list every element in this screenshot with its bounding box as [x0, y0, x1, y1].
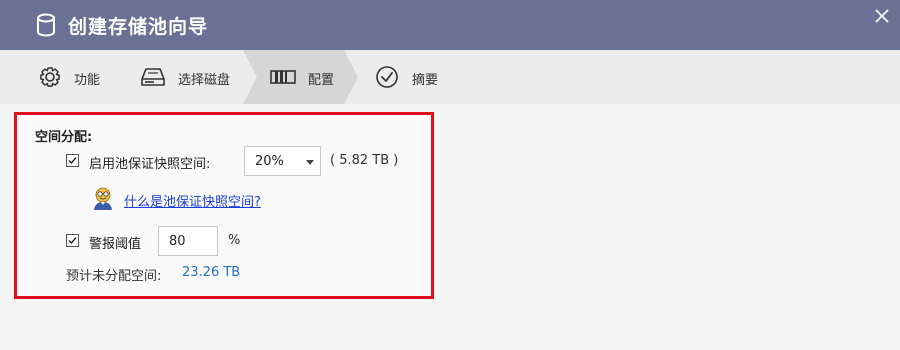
checkmark-icon: [68, 237, 77, 245]
gear-icon: [40, 67, 60, 87]
step-summary[interactable]: 摘要: [358, 50, 478, 104]
check-circle-icon: [376, 66, 398, 88]
unallocated-space-label: 预计未分配空间:: [66, 269, 162, 284]
alert-threshold-unit: %: [228, 233, 241, 248]
step-label: 功能: [74, 73, 101, 88]
alert-threshold-checkbox[interactable]: [66, 234, 79, 247]
help-mascot-icon: [94, 187, 112, 210]
step-label: 摘要: [412, 73, 439, 88]
snapshot-reserve-checkbox[interactable]: [66, 154, 79, 167]
hard-drive-icon: [141, 68, 165, 86]
alert-threshold-label: 警报阈值: [89, 237, 142, 252]
step-label: 选择磁盘: [178, 73, 231, 88]
dropdown-arrow-icon: [306, 160, 314, 165]
snapshot-reserve-label: 启用池保证快照空间:: [89, 157, 211, 172]
checkmark-icon: [68, 157, 77, 165]
window-title: 创建存储池向导: [68, 16, 209, 38]
raid-config-icon: [270, 70, 296, 84]
wizard-steps: 功能 选择磁盘 配置 摘要: [0, 50, 900, 104]
database-icon: [37, 13, 55, 37]
step-label: 配置: [308, 73, 335, 88]
section-title: 空间分配:: [35, 130, 93, 145]
step-select-disks[interactable]: 选择磁盘: [130, 50, 243, 104]
step-features[interactable]: 功能: [0, 50, 130, 104]
step-configuration[interactable]: 配置: [243, 50, 358, 104]
snapshot-reserve-capacity: ( 5.82 TB ): [330, 153, 399, 168]
title-bar: 创建存储池向导: [0, 0, 900, 50]
alert-threshold-input[interactable]: [158, 226, 218, 256]
select-value: 20%: [255, 154, 284, 169]
close-icon[interactable]: [872, 6, 892, 26]
unallocated-space-value: 23.26 TB: [182, 265, 241, 280]
space-allocation-panel: 空间分配: 启用池保证快照空间: 20% ( 5.82 TB ) 什么是池保证快…: [14, 112, 434, 299]
snapshot-reserve-help-link[interactable]: 什么是池保证快照空间?: [124, 191, 261, 210]
snapshot-reserve-select[interactable]: 20%: [244, 146, 321, 176]
